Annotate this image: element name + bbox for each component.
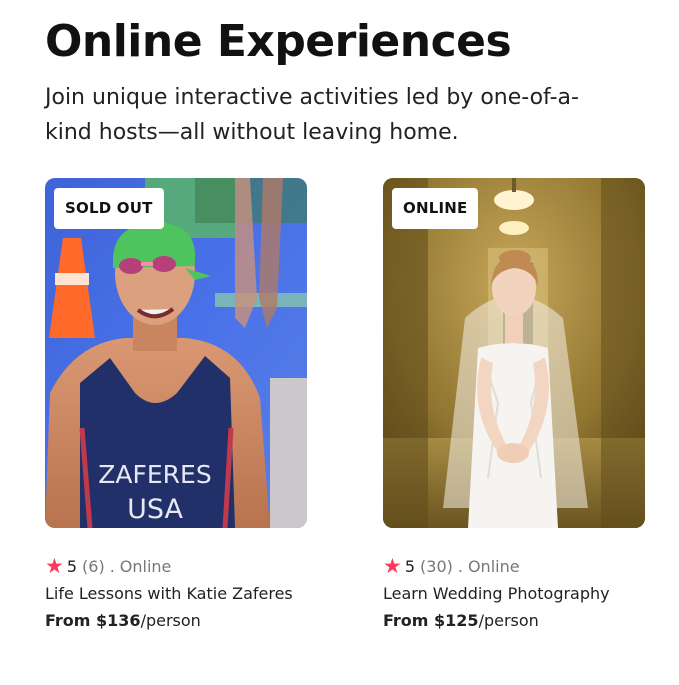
rating-value: 5 [66, 556, 78, 576]
star-icon: ★ [45, 554, 64, 578]
review-count: (30) [420, 556, 453, 576]
price-unit: /person [478, 611, 539, 630]
online-badge: ONLINE [392, 188, 479, 229]
review-count: (6) [82, 556, 105, 576]
jersey-name: ZAFERES [98, 460, 211, 489]
rating-row: ★ 5 (30) . Online [383, 552, 645, 580]
online-experiences-page: Online Experiences Join unique interacti… [0, 0, 679, 685]
price: From $125/person [383, 607, 645, 634]
experience-card[interactable]: ZAFERES USA SOLD OUT ★ 5 (6) . Online Li… [45, 178, 307, 634]
price: From $136/person [45, 607, 307, 634]
price-amount: From $125 [383, 611, 479, 630]
experience-mode: Online [467, 556, 520, 576]
experience-title[interactable]: Life Lessons with Katie Zaferes [45, 580, 307, 607]
experience-photo[interactable]: ONLINE [383, 178, 645, 528]
triathlete-photo: ZAFERES USA [45, 178, 307, 528]
bride-photo [383, 178, 645, 528]
page-title: Online Experiences [45, 16, 512, 67]
page-subtitle: Join unique interactive activities led b… [45, 85, 579, 145]
sold-out-badge: SOLD OUT [54, 188, 164, 229]
experience-mode: Online [119, 556, 172, 576]
star-icon: ★ [383, 554, 402, 578]
experience-card[interactable]: ONLINE ★ 5 (30) . Online Learn Wedding P… [383, 178, 645, 634]
separator: . [109, 556, 115, 576]
rating-row: ★ 5 (6) . Online [45, 552, 307, 580]
price-amount: From $136 [45, 611, 141, 630]
experience-photo[interactable]: ZAFERES USA SOLD OUT [45, 178, 307, 528]
rating-value: 5 [404, 556, 416, 576]
price-unit: /person [140, 611, 201, 630]
separator: . [457, 556, 463, 576]
jersey-country: USA [127, 494, 183, 525]
experience-title[interactable]: Learn Wedding Photography [383, 580, 645, 607]
